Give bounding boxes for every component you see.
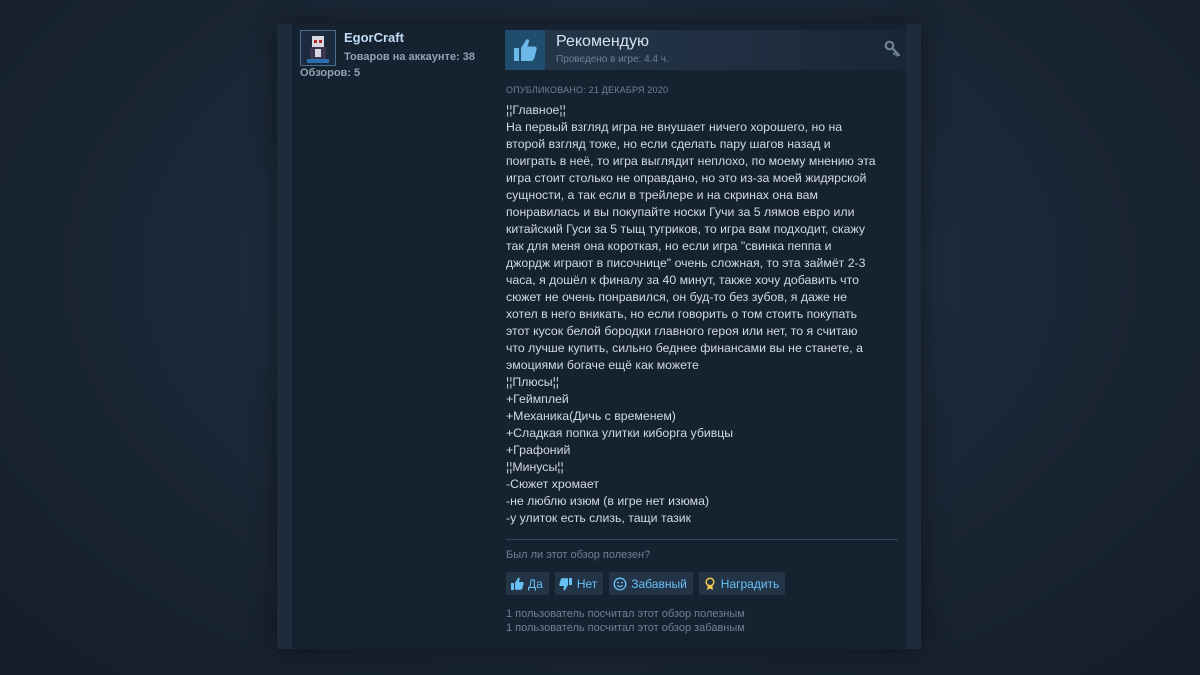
author-products-count[interactable]: Товаров на аккаунте: 38: [344, 51, 475, 63]
author-name[interactable]: EgorCraft: [344, 30, 404, 45]
review-body: ¦¦Главное¦¦ На первый взгляд игра не внуш…: [506, 102, 898, 527]
review-line: эмоциями богаче ещё как можете: [506, 358, 699, 372]
review-line: игра стоит столько не оправдано, но это …: [506, 171, 867, 185]
review-line: джордж играют в писочнице" очень сложная…: [506, 256, 866, 270]
helpful-question: Был ли этот обзор полезен?: [506, 549, 651, 561]
award-button[interactable]: Наградить: [698, 572, 786, 595]
award-label: Наградить: [720, 576, 780, 591]
review-line: +Механика(Дичь с временем): [506, 409, 676, 423]
review-line: хотел в него вникать, но если говорить о…: [506, 307, 858, 321]
review-line: +Сладкая попка улитки киборга убивцы: [506, 426, 734, 440]
smiley-icon: [613, 577, 627, 591]
playtime: Проведено в игре: 4.4 ч.: [556, 54, 669, 65]
vote-funny-button[interactable]: Забавный: [609, 572, 693, 595]
review-line: китайский Гуси за 5 тыщ тугриков, то игр…: [506, 222, 865, 236]
review-line: ¦¦Главное¦¦: [506, 103, 566, 117]
review-line: -Сюжет хромает: [506, 477, 599, 491]
helpful-count: 1 пользователь посчитал этот обзор полез…: [506, 608, 745, 620]
vote-no-button[interactable]: Нет: [554, 572, 604, 595]
thumbs-up-icon: [505, 30, 545, 70]
review-line: часа, я дошёл к финалу за 40 минут, такж…: [506, 273, 859, 287]
review-frame: EgorCraft Товаров на аккаунте: 38 Обзоро…: [277, 24, 921, 649]
vote-yes-button[interactable]: Да: [506, 572, 549, 595]
vote-yes-label: Да: [528, 576, 543, 591]
review-line: +Геймплей: [506, 392, 569, 406]
review-line: поиграть в неё, то игра выглядит неплохо…: [506, 154, 876, 168]
review-line: понравилась и вы покупайте носки Гучи за…: [506, 205, 855, 219]
review-line: На первый взгляд игра не внушает ничего …: [506, 120, 843, 134]
review-line: сущности, а так если в трейлере и на скр…: [506, 188, 818, 202]
thumbs-down-icon: [559, 577, 573, 591]
review-line: сюжет не очень понравился, он буд-то без…: [506, 290, 847, 304]
review-line: так для меня она короткая, но если игра …: [506, 239, 832, 253]
divider: [506, 539, 898, 540]
review-line: +Графоний: [506, 443, 571, 457]
posted-date: ОПУБЛИКОВАНО: 21 ДЕКАБРЯ 2020: [506, 85, 669, 95]
review-line: что лучше купить, сильно беднее финансам…: [506, 341, 863, 355]
thumbs-up-icon: [510, 577, 524, 591]
key-icon: [884, 40, 902, 63]
review-line: -не люблю изюм (в игре нет изюма): [506, 494, 710, 508]
funny-count: 1 пользователь посчитал этот обзор забав…: [506, 622, 745, 634]
vote-no-label: Нет: [576, 576, 598, 591]
verdict-header[interactable]: Рекомендую Проведено в игре: 4.4 ч.: [505, 30, 906, 70]
review-card: EgorCraft Товаров на аккаунте: 38 Обзоро…: [292, 24, 906, 649]
author-reviews-count[interactable]: Обзоров: 5: [300, 67, 360, 79]
verdict-title: Рекомендую: [556, 33, 650, 50]
review-line: ¦¦Минусы¦¦: [506, 460, 564, 474]
review-line: второй взгляд тоже, но если сделать пару…: [506, 137, 831, 151]
vote-buttons: Да Нет Забавный Наградить: [506, 572, 786, 595]
review-line: ¦¦Плюсы¦¦: [506, 375, 560, 389]
vote-funny-label: Забавный: [631, 576, 687, 591]
review-line: -у улиток есть слизь, тащи тазик: [506, 511, 692, 525]
avatar[interactable]: [300, 30, 336, 66]
review-line: этот кусок белой бородки главного героя …: [506, 324, 858, 338]
award-icon: [703, 576, 717, 591]
